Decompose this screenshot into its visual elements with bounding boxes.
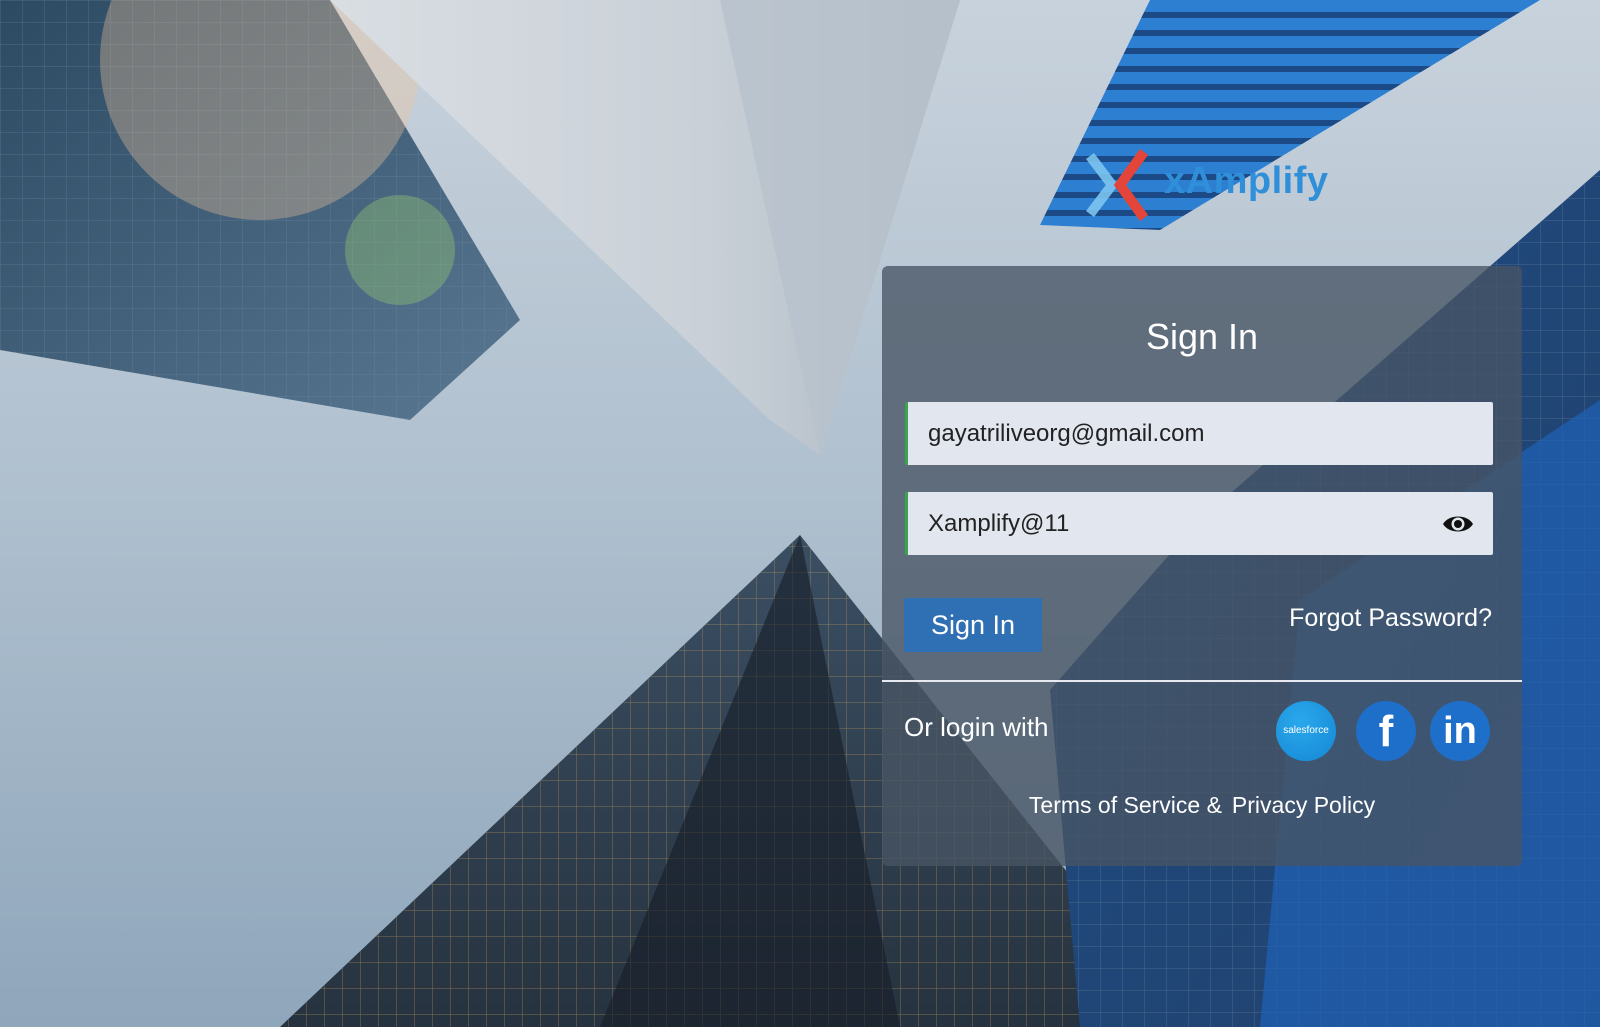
signin-button[interactable]: Sign In bbox=[904, 598, 1042, 652]
email-field bbox=[905, 402, 1493, 465]
signin-card: Sign In Sign In Forgot Password? Or logi… bbox=[882, 266, 1522, 866]
facebook-icon: f bbox=[1378, 707, 1394, 756]
divider bbox=[882, 680, 1522, 682]
email-input[interactable] bbox=[908, 402, 1493, 465]
salesforce-login-button[interactable]: salesforce bbox=[1276, 701, 1336, 761]
password-input[interactable] bbox=[908, 492, 1493, 555]
linkedin-icon: in bbox=[1443, 710, 1477, 752]
terms-of-service-link[interactable]: Terms of Service & bbox=[1029, 792, 1222, 818]
brand-logo-icon bbox=[1086, 149, 1149, 221]
password-field bbox=[905, 492, 1493, 555]
facebook-login-button[interactable]: f bbox=[1356, 701, 1416, 761]
or-login-label: Or login with bbox=[904, 712, 1049, 742]
privacy-policy-link[interactable]: Privacy Policy bbox=[1232, 792, 1375, 818]
forgot-password-link[interactable]: Forgot Password? bbox=[1289, 604, 1492, 633]
salesforce-icon: salesforce bbox=[1283, 725, 1329, 736]
eye-icon[interactable] bbox=[1441, 512, 1475, 536]
signin-title: Sign In bbox=[1145, 316, 1259, 357]
linkedin-login-button[interactable]: in bbox=[1430, 701, 1490, 761]
brand-name: xAmplify bbox=[1164, 160, 1329, 202]
legal-links: Terms of Service & Privacy Policy bbox=[882, 792, 1522, 819]
brand-logo: xAmplify bbox=[1086, 148, 1329, 223]
